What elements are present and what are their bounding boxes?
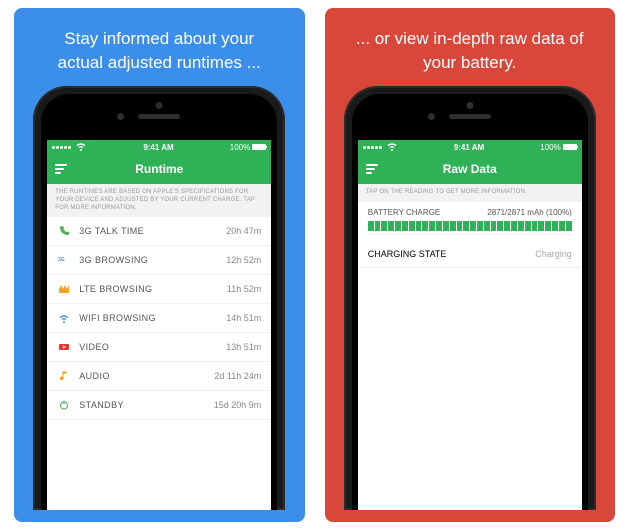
status-bar: 9:41 AM 100% bbox=[47, 140, 271, 154]
runtime-row[interactable]: WIFI BROWSING 14h 51m bbox=[47, 304, 271, 333]
row-label: 3G TALK TIME bbox=[79, 226, 218, 236]
row-label: AUDIO bbox=[79, 371, 206, 381]
wifi-icon bbox=[57, 312, 71, 324]
row-value: 15d 20h 9m bbox=[214, 400, 262, 410]
3g-icon: 3G bbox=[57, 254, 71, 266]
row-value: 12h 52m bbox=[226, 255, 261, 265]
nav-bar: Runtime bbox=[47, 154, 271, 184]
signal-strength-icon bbox=[52, 146, 71, 149]
charging-state-row[interactable]: CHARGING STATE Charging bbox=[358, 241, 582, 268]
wifi-icon bbox=[386, 140, 398, 154]
runtime-row[interactable]: LTE BROWSING 11h 52m bbox=[47, 275, 271, 304]
status-time: 9:41 AM bbox=[91, 143, 226, 152]
battery-bar bbox=[358, 221, 582, 241]
row-label: VIDEO bbox=[79, 342, 218, 352]
battery-icon bbox=[252, 144, 266, 150]
status-bar: 9:41 AM 100% bbox=[358, 140, 582, 154]
svg-text:3G: 3G bbox=[58, 257, 65, 263]
menu-icon[interactable] bbox=[366, 164, 378, 174]
nav-bar: Raw Data bbox=[358, 154, 582, 184]
phone-icon bbox=[57, 225, 71, 237]
row-value: 2d 11h 24m bbox=[214, 371, 261, 381]
battery-charge-row[interactable]: BATTERY CHARGE 2871/2871 mAh (100%) bbox=[358, 202, 582, 221]
audio-icon bbox=[57, 370, 71, 382]
headline-text: Stay informed about your actual adjusted… bbox=[36, 22, 283, 86]
screen-rawdata: 9:41 AM 100% Raw Data TAP ON THE READING… bbox=[358, 140, 582, 510]
info-hint[interactable]: THE RUNTIMES ARE BASED ON APPLE'S SPECIF… bbox=[47, 184, 271, 217]
runtime-row[interactable]: 3G TALK TIME 20h 47m bbox=[47, 217, 271, 246]
row-value: 14h 51m bbox=[226, 313, 261, 323]
battery-pct: 100% bbox=[230, 143, 250, 152]
row-label: 3G BROWSING bbox=[79, 255, 218, 265]
row-value: 13h 51m bbox=[226, 342, 261, 352]
signal-strength-icon bbox=[363, 146, 382, 149]
menu-icon[interactable] bbox=[55, 164, 67, 174]
row-value: 2871/2871 mAh (100%) bbox=[487, 208, 572, 217]
status-battery: 100% bbox=[230, 143, 266, 152]
headline-text: ... or view in-depth raw data of your ba… bbox=[347, 22, 594, 86]
row-value: Charging bbox=[535, 249, 572, 259]
status-battery: 100% bbox=[540, 143, 576, 152]
wifi-icon bbox=[75, 140, 87, 154]
runtime-row[interactable]: AUDIO 2d 11h 24m bbox=[47, 362, 271, 391]
promo-panel-rawdata: ... or view in-depth raw data of your ba… bbox=[325, 8, 616, 522]
nav-title: Raw Data bbox=[443, 162, 497, 176]
row-value: 11h 52m bbox=[227, 284, 261, 294]
lte-icon bbox=[57, 283, 71, 295]
row-label: WIFI BROWSING bbox=[79, 313, 218, 323]
nav-title: Runtime bbox=[135, 162, 183, 176]
status-time: 9:41 AM bbox=[402, 143, 537, 152]
row-label: BATTERY CHARGE bbox=[368, 208, 440, 217]
row-label: STANDBY bbox=[79, 400, 205, 410]
runtime-row[interactable]: STANDBY 15d 20h 9m bbox=[47, 391, 271, 420]
battery-icon bbox=[563, 144, 577, 150]
phone-mockup: 9:41 AM 100% Raw Data TAP ON THE READING… bbox=[344, 86, 596, 510]
row-value: 20h 47m bbox=[226, 226, 261, 236]
runtime-row[interactable]: 3G 3G BROWSING 12h 52m bbox=[47, 246, 271, 275]
standby-icon bbox=[57, 399, 71, 411]
row-label: LTE BROWSING bbox=[79, 284, 219, 294]
promo-panel-runtime: Stay informed about your actual adjusted… bbox=[14, 8, 305, 522]
video-icon bbox=[57, 341, 71, 353]
info-hint[interactable]: TAP ON THE READING TO GET MORE INFORMATI… bbox=[358, 184, 582, 202]
runtime-row[interactable]: VIDEO 13h 51m bbox=[47, 333, 271, 362]
battery-pct: 100% bbox=[540, 143, 560, 152]
row-label: CHARGING STATE bbox=[368, 249, 447, 259]
screen-runtime: 9:41 AM 100% Runtime THE RUNTIMES ARE BA… bbox=[47, 140, 271, 510]
phone-mockup: 9:41 AM 100% Runtime THE RUNTIMES ARE BA… bbox=[33, 86, 285, 510]
